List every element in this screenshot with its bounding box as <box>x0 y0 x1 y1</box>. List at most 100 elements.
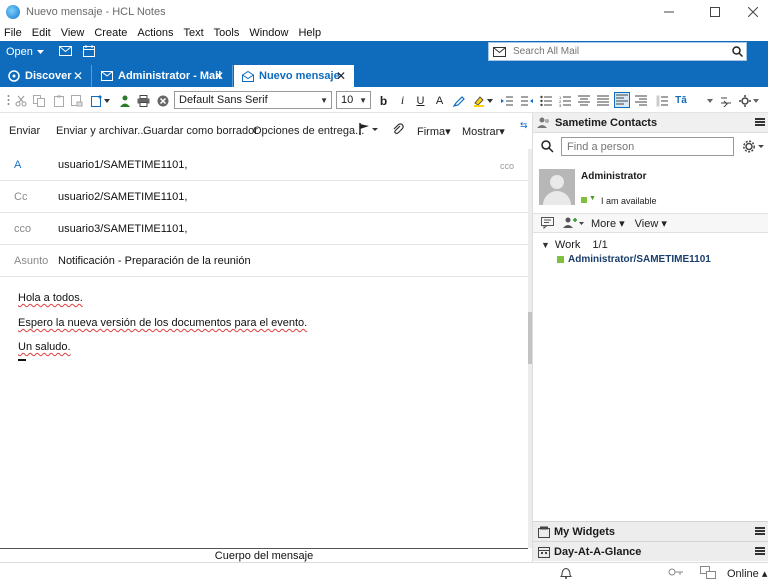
chevron-down-icon[interactable] <box>706 94 714 107</box>
chevron-down-icon[interactable] <box>752 94 760 107</box>
envelope-icon <box>101 70 113 82</box>
calendar-shortcut-button[interactable] <box>82 44 96 58</box>
menu-window[interactable]: Window <box>249 27 288 39</box>
settings-tools-icon[interactable] <box>738 94 751 107</box>
pen-icon[interactable] <box>452 94 465 107</box>
outdent-icon[interactable] <box>520 94 533 107</box>
close-window-button[interactable] <box>730 0 768 24</box>
align-left-icon[interactable] <box>614 92 630 108</box>
person-arrow-icon[interactable] <box>118 94 131 107</box>
attach-button[interactable] <box>392 123 404 138</box>
bold-icon[interactable]: b <box>377 94 390 108</box>
hamburger-menu-icon[interactable] <box>755 527 765 535</box>
contact-group-work[interactable]: ▼ Work 1/1 <box>541 239 608 251</box>
to-label[interactable]: A <box>14 159 21 171</box>
text-color-icon[interactable]: A <box>433 94 446 107</box>
contact-item[interactable]: Administrator/SAMETIME1101 <box>557 254 711 265</box>
underline-icon[interactable]: U <box>414 94 427 107</box>
tab-discover[interactable]: Discover ✕ <box>0 65 92 87</box>
block-quote-icon[interactable] <box>655 94 668 107</box>
more-tools-icon[interactable] <box>720 94 733 107</box>
to-input[interactable]: usuario1/SAMETIME1101, <box>58 159 187 171</box>
indent-icon[interactable] <box>500 94 513 107</box>
message-body-editor[interactable]: Hola a todos. Espero la nueva versión de… <box>0 277 528 547</box>
notification-bell-icon[interactable] <box>560 566 572 582</box>
copy-icon[interactable] <box>32 94 45 107</box>
close-icon[interactable]: ✕ <box>214 69 224 83</box>
close-icon[interactable]: ✕ <box>73 69 83 83</box>
menu-actions[interactable]: Actions <box>137 27 173 39</box>
cc-input[interactable]: usuario2/SAMETIME1101, <box>58 191 187 203</box>
bulleted-list-icon[interactable] <box>539 94 552 107</box>
network-icon[interactable] <box>700 566 716 582</box>
bcc-label[interactable]: cco <box>14 223 31 235</box>
chat-icon[interactable] <box>541 217 555 229</box>
delivery-options-button[interactable]: Opciones de entrega... <box>253 125 364 137</box>
close-icon[interactable]: ✕ <box>336 69 346 83</box>
key-icon[interactable] <box>668 567 684 580</box>
bcc-input[interactable]: usuario3/SAMETIME1101, <box>58 223 187 235</box>
print-icon[interactable] <box>137 94 150 107</box>
show-button[interactable]: Mostrar▾ <box>462 125 505 138</box>
highlighter-icon[interactable] <box>472 94 485 107</box>
italic-icon[interactable]: i <box>396 93 409 107</box>
menu-file[interactable]: File <box>4 27 22 39</box>
discover-icon <box>8 70 20 82</box>
more-menu-button[interactable]: More ▾ <box>591 217 625 230</box>
menu-help[interactable]: Help <box>298 27 321 39</box>
subject-field-row: Asunto Notificación - Preparación de la … <box>0 245 528 277</box>
view-menu-button[interactable]: View ▾ <box>635 217 667 230</box>
search-mail-box[interactable] <box>488 42 747 61</box>
align-justify-icon[interactable] <box>596 94 609 107</box>
hamburger-menu-icon[interactable] <box>755 118 765 126</box>
avatar[interactable] <box>539 169 575 205</box>
my-widgets-panel[interactable]: My Widgets <box>533 521 768 541</box>
search-icon[interactable] <box>728 46 746 57</box>
new-document-icon[interactable] <box>90 94 103 107</box>
align-center-icon[interactable] <box>577 94 590 107</box>
menu-text[interactable]: Text <box>183 27 203 39</box>
available-status-icon[interactable] <box>581 197 587 203</box>
signature-button[interactable]: Firma▾ <box>417 125 451 138</box>
toolbar-scroll-arrow-icon[interactable]: ⇆ <box>520 120 528 136</box>
find-person-box[interactable] <box>561 137 734 156</box>
paste-special-icon[interactable] <box>70 94 83 107</box>
font-family-select[interactable]: Default Sans Serif ▼ <box>174 91 332 109</box>
mail-search-scope-icon[interactable] <box>493 46 509 57</box>
mail-shortcut-button[interactable] <box>58 44 72 58</box>
paste-icon[interactable] <box>52 94 65 107</box>
chevron-down-icon[interactable]: ▼ <box>589 195 596 202</box>
online-status-menu[interactable]: Online ▴ <box>727 567 767 580</box>
find-person-input[interactable] <box>567 140 733 153</box>
chevron-down-icon[interactable] <box>103 94 111 107</box>
tab-nuevo-mensaje[interactable]: Nuevo mensaje ✕ <box>234 65 354 87</box>
menu-edit[interactable]: Edit <box>32 27 51 39</box>
status-message[interactable]: I am available <box>601 196 657 206</box>
add-contact-icon[interactable] <box>563 217 585 229</box>
day-at-a-glance-panel[interactable]: Day-At-A-Glance <box>533 541 768 561</box>
menu-create[interactable]: Create <box>94 27 127 39</box>
font-size-select[interactable]: 10 ▼ <box>336 91 371 109</box>
subject-input[interactable]: Notificación - Preparación de la reunión <box>58 255 251 267</box>
hamburger-menu-icon[interactable] <box>755 547 765 555</box>
menu-tools[interactable]: Tools <box>214 27 240 39</box>
minimize-button[interactable] <box>646 0 692 24</box>
numbered-list-icon[interactable]: 123 <box>558 94 571 107</box>
search-mail-input[interactable] <box>513 46 728 57</box>
send-button[interactable]: Enviar <box>9 125 40 137</box>
chevron-down-icon[interactable] <box>486 94 494 107</box>
text-properties-icon[interactable]: Tā <box>673 94 689 107</box>
bcc-toggle-link[interactable]: cco <box>500 161 514 171</box>
envelope-icon <box>58 46 72 56</box>
follow-up-flag-button[interactable] <box>359 123 379 138</box>
menu-view[interactable]: View <box>61 27 85 39</box>
cc-label[interactable]: Cc <box>14 191 27 203</box>
send-and-file-button[interactable]: Enviar y archivar... <box>56 125 146 137</box>
tab-administrator-mail[interactable]: Administrator - Mail ✕ <box>93 65 233 87</box>
cancel-icon[interactable] <box>156 94 169 107</box>
save-as-draft-button[interactable]: Guardar como borrador <box>143 125 258 137</box>
open-button[interactable]: Open <box>6 44 44 60</box>
align-right-icon[interactable] <box>634 94 647 107</box>
cut-icon[interactable] <box>14 94 27 107</box>
gear-icon[interactable] <box>743 140 765 156</box>
